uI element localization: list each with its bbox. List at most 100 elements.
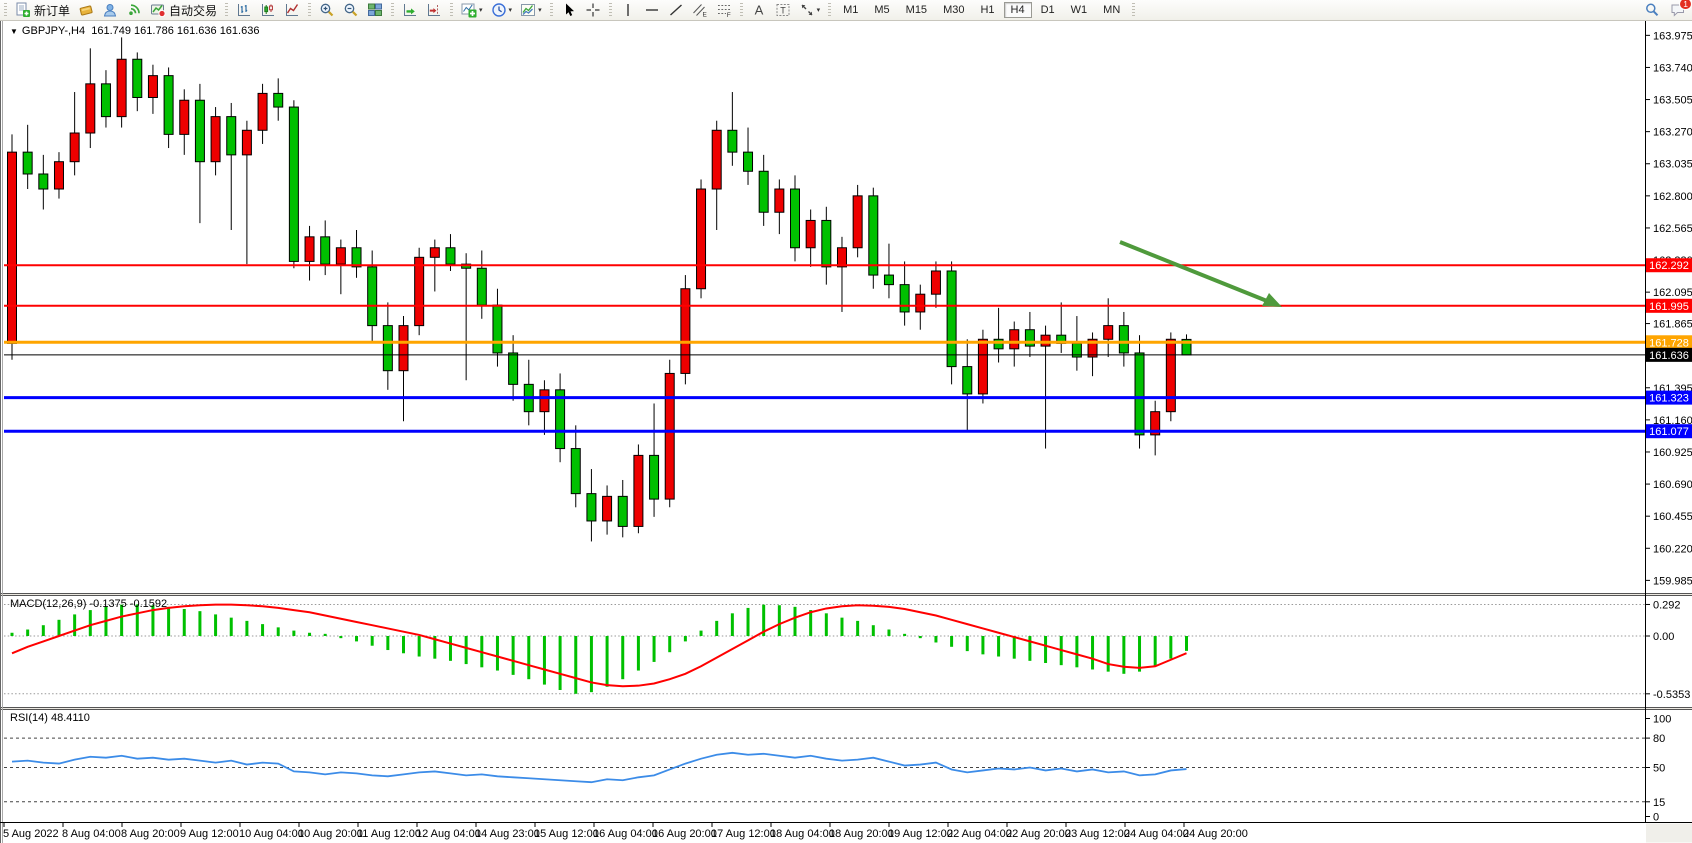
time-tick-label: 9 Aug 12:00	[180, 828, 239, 840]
candle-chart-icon	[260, 2, 276, 18]
candle-body	[258, 93, 267, 130]
toolbar-grip	[391, 3, 394, 17]
tile-windows-icon	[367, 2, 383, 18]
fibonacci-button[interactable]: F	[713, 1, 735, 19]
candle-body	[759, 171, 768, 212]
text-label-button[interactable]: T	[772, 1, 794, 19]
timeframe-m5-button[interactable]: M5	[867, 2, 896, 18]
text-icon: A	[751, 2, 767, 18]
candle-body	[211, 117, 220, 162]
price-level-box-label: 161.995	[1649, 301, 1689, 313]
candle-body	[728, 130, 737, 152]
auto-scroll-button[interactable]	[399, 1, 421, 19]
arrows-button[interactable]: ▾	[796, 1, 824, 19]
text-button[interactable]: A	[748, 1, 770, 19]
time-tick-label: 8 Aug 20:00	[121, 828, 180, 840]
fibonacci-icon: F	[716, 2, 732, 18]
deposit-button[interactable]	[75, 1, 97, 19]
time-tick-label: 23 Aug 12:00	[1065, 828, 1130, 840]
line-chart-button[interactable]	[281, 1, 303, 19]
price-level-box-label: 162.292	[1649, 260, 1689, 272]
signals-button[interactable]	[123, 1, 145, 19]
indicators-icon	[461, 2, 477, 18]
candle-body	[978, 339, 987, 394]
autotrading-button[interactable]: 自动交易	[147, 1, 220, 19]
candle-body	[70, 133, 79, 162]
price-tick-label: 163.270	[1653, 127, 1692, 139]
timeframe-m30-button[interactable]: M30	[936, 2, 971, 18]
timeframe-h4-button[interactable]: H4	[1004, 2, 1032, 18]
timeframe-h1-button[interactable]: H1	[973, 2, 1001, 18]
candle-body	[23, 152, 32, 174]
price-tick-label: 163.505	[1653, 95, 1692, 107]
time-tick-label: 10 Aug 20:00	[298, 828, 363, 840]
timeframe-d1-button[interactable]: D1	[1034, 2, 1062, 18]
rsi-indicator-label: RSI(14) 48.4110	[10, 712, 90, 724]
time-tick-label: 15 Aug 12:00	[534, 828, 599, 840]
toolbar-grip	[828, 3, 831, 17]
zoom-out-button[interactable]	[340, 1, 362, 19]
candlestick-chart-button[interactable]	[257, 1, 279, 19]
candle-body	[352, 248, 361, 267]
horizontal-line-button[interactable]	[641, 1, 663, 19]
price-tick-label: 160.220	[1653, 543, 1692, 555]
time-tick-label: 18 Aug 20:00	[829, 828, 894, 840]
candle-body	[117, 59, 126, 116]
community-icon	[102, 2, 118, 18]
svg-text:A: A	[754, 3, 763, 18]
price-tick-label: 163.035	[1653, 159, 1692, 171]
dropdown-caret-icon: ▾	[538, 6, 542, 14]
vertical-line-button[interactable]	[617, 1, 639, 19]
timeframe-m1-button[interactable]: M1	[836, 2, 865, 18]
templates-button[interactable]: ▾	[517, 1, 545, 19]
chart-canvas[interactable]: 163.975163.740163.505163.270163.035162.8…	[0, 0, 1692, 843]
new-order-button[interactable]: 新订单	[12, 1, 73, 19]
tile-windows-button[interactable]	[364, 1, 386, 19]
candle-body	[446, 248, 455, 264]
candle-body	[86, 84, 95, 133]
candle-body	[618, 496, 627, 526]
main-toolbar: 新订单自动交易▾▾▾EFAT▾M1M5M15M30H1H4D1W1MN1	[0, 0, 1692, 21]
chart-dropdown-caret-icon[interactable]: ▼	[10, 27, 18, 36]
dropdown-caret-icon: ▾	[479, 6, 483, 14]
chart-shift-button[interactable]	[423, 1, 445, 19]
candle-body	[383, 326, 392, 371]
candle-body	[148, 76, 157, 98]
crosshair-button[interactable]	[582, 1, 604, 19]
toolbar-grip	[1132, 3, 1135, 17]
autotrading-button-label: 自动交易	[169, 2, 217, 19]
candle-body	[587, 494, 596, 521]
channel-button[interactable]: E	[689, 1, 711, 19]
toolbar-grip	[308, 3, 311, 17]
candle-body	[681, 289, 690, 374]
timeframe-m15-button[interactable]: M15	[899, 2, 934, 18]
candle-body	[242, 130, 251, 155]
bar-chart-button[interactable]	[233, 1, 255, 19]
svg-text:E: E	[702, 12, 707, 19]
community-button[interactable]	[99, 1, 121, 19]
time-tick-label: 19 Aug 12:00	[888, 828, 953, 840]
candle-body	[571, 449, 580, 494]
cursor-icon	[561, 2, 577, 18]
candle-body	[399, 326, 408, 371]
zoom-in-button[interactable]	[316, 1, 338, 19]
candle-body	[164, 76, 173, 135]
macd-tick-label: 0.292	[1653, 599, 1681, 611]
search-button[interactable]	[1644, 2, 1660, 23]
trendline-button[interactable]	[665, 1, 687, 19]
periods-button[interactable]: ▾	[488, 1, 516, 19]
candle-body	[822, 220, 831, 266]
zoom-in-icon	[319, 2, 335, 18]
bar-chart-icon	[236, 2, 252, 18]
price-level-box-label: 161.323	[1649, 393, 1689, 405]
candle-body	[806, 220, 815, 247]
timeframe-w1-button[interactable]: W1	[1064, 2, 1095, 18]
candle-body	[1104, 326, 1113, 340]
indicators-button[interactable]: ▾	[458, 1, 486, 19]
chat-button[interactable]: 1	[1670, 2, 1686, 23]
timeframe-mn-button[interactable]: MN	[1096, 2, 1127, 18]
toolbar-grip	[550, 3, 553, 17]
cursor-button[interactable]	[558, 1, 580, 19]
rsi-tick-label: 0	[1653, 812, 1659, 824]
price-tick-label: 162.800	[1653, 191, 1692, 203]
